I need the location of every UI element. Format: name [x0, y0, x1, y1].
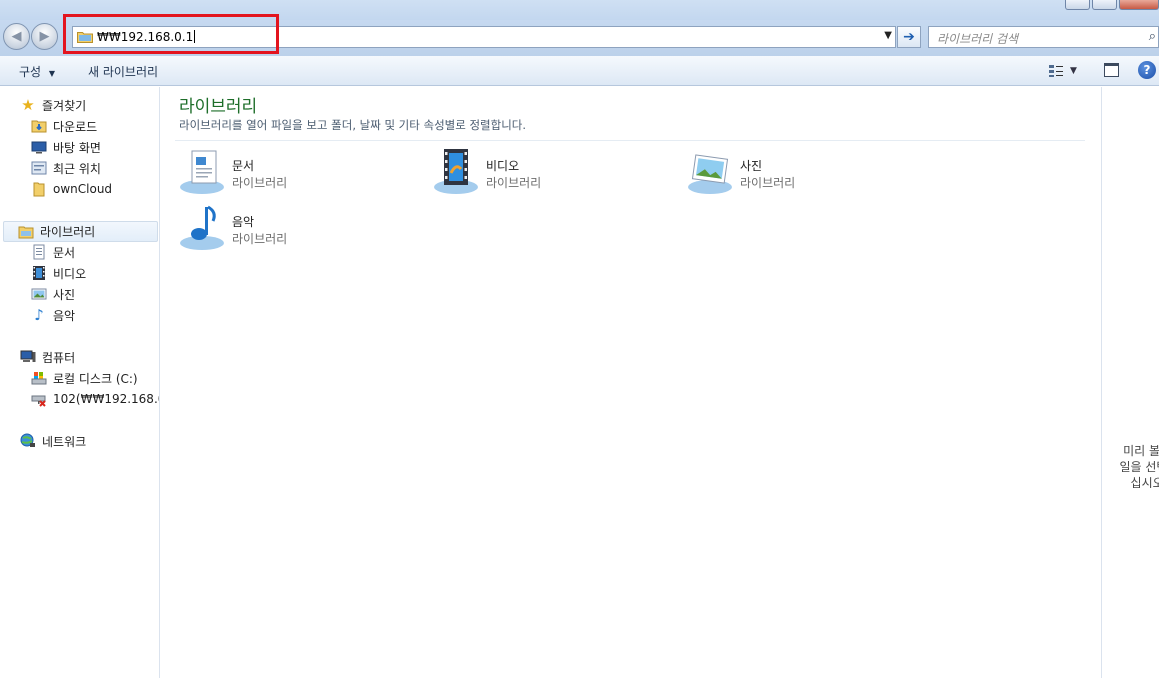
address-dropdown-icon[interactable]: ▼ — [884, 30, 892, 41]
desktop-icon — [31, 141, 47, 154]
video-icon — [33, 266, 45, 280]
documents-library-icon — [180, 150, 224, 194]
nav-computer[interactable]: 컴퓨터 — [20, 347, 75, 367]
help-icon: ? — [1143, 63, 1151, 77]
close-button[interactable] — [1119, 0, 1159, 10]
nav-item-music[interactable]: ♪ 음악 — [31, 305, 75, 325]
chevron-down-icon: ▼ — [1070, 66, 1077, 76]
nav-item-pictures[interactable]: 사진 — [31, 284, 75, 304]
divider — [175, 140, 1085, 141]
change-view-button[interactable]: ▼ — [1048, 62, 1084, 80]
library-type: 라이브러리 — [740, 176, 796, 190]
nav-item-videos[interactable]: 비디오 — [31, 263, 86, 283]
view-options-icon — [1049, 65, 1063, 77]
forward-button[interactable]: ▶ — [31, 23, 58, 50]
go-button[interactable]: ➔ — [897, 26, 921, 48]
download-folder-icon — [31, 120, 47, 133]
folder-icon — [33, 182, 45, 197]
library-name: 비디오 — [486, 159, 520, 173]
network-drive-disconnected-icon — [31, 395, 46, 407]
page-title: 라이브러리 — [179, 97, 258, 117]
nav-libraries-label: 라이브러리 — [40, 225, 96, 239]
music-icon: ♪ — [34, 306, 44, 324]
preview-message: 미리 볼 파 일을 선택하 십시오. — [1109, 443, 1159, 491]
nav-item-label: 문서 — [53, 245, 76, 260]
pictures-library-icon — [688, 154, 732, 194]
search-box[interactable]: 라이브러리 검색 ⌕ — [928, 26, 1159, 48]
navigation-buttons: ◀ ▶ — [3, 23, 59, 51]
nav-item-label: ownCloud — [53, 182, 113, 196]
minimize-button[interactable] — [1065, 0, 1090, 10]
recent-places-icon — [31, 161, 47, 175]
organize-button[interactable]: 구성 ▼ — [19, 63, 55, 80]
library-name: 문서 — [232, 159, 255, 173]
nav-favorites[interactable]: ★ 즐겨찾기 — [20, 95, 86, 115]
library-icon — [18, 226, 34, 238]
library-name: 음악 — [232, 215, 255, 229]
nav-favorites-label: 즐겨찾기 — [42, 98, 87, 113]
nav-item-label: 102(₩₩192.168.0.1 — [53, 392, 159, 406]
library-content: 라이브러리 라이브러리를 열어 파일을 보고 폴더, 날짜 및 기타 속성별로 … — [161, 87, 1100, 678]
nav-item-label: 바탕 화면 — [53, 140, 101, 155]
library-tile-videos[interactable]: 비디오 라이브러리 — [432, 147, 682, 199]
nav-item-local-disk[interactable]: 로컬 디스크 (C:) — [31, 368, 138, 388]
navigation-pane: ★ 즐겨찾기 다운로드 바탕 화면 최근 위치 ownCloud 라이브러리 문… — [0, 87, 160, 678]
preview-line: 일을 선택하 — [1119, 460, 1159, 474]
library-type: 라이브러리 — [232, 176, 288, 190]
organize-label: 구성 — [19, 65, 42, 79]
help-button[interactable]: ? — [1138, 61, 1156, 79]
back-button[interactable]: ◀ — [3, 23, 30, 50]
computer-icon — [20, 350, 36, 362]
preview-pane-button[interactable] — [1104, 63, 1119, 77]
preview-line: 미리 볼 파 — [1123, 444, 1159, 458]
star-icon: ★ — [21, 96, 35, 114]
new-library-button[interactable]: 새 라이브러리 — [88, 63, 158, 80]
nav-item-label: 다운로드 — [53, 119, 98, 134]
video-library-icon — [434, 149, 478, 194]
nav-network[interactable]: 네트워크 — [20, 431, 86, 451]
nav-item-label: 비디오 — [53, 266, 87, 281]
go-arrow-icon: ➔ — [903, 29, 915, 45]
nav-item-owncloud[interactable]: ownCloud — [31, 179, 112, 199]
nav-item-label: 로컬 디스크 (C:) — [53, 371, 138, 386]
library-tile-documents[interactable]: 문서 라이브러리 — [178, 147, 428, 199]
network-globe-icon — [20, 433, 35, 447]
window-controls — [1065, 0, 1159, 10]
pictures-icon — [31, 288, 47, 300]
nav-item-recent[interactable]: 최근 위치 — [31, 158, 101, 178]
highlight-box — [63, 14, 279, 54]
nav-item-documents[interactable]: 문서 — [31, 242, 75, 262]
music-library-icon — [180, 205, 224, 250]
library-name: 사진 — [740, 159, 763, 173]
nav-item-label: 음악 — [53, 308, 76, 323]
preview-line: 십시오. — [1130, 476, 1159, 490]
local-disk-icon — [31, 372, 47, 385]
nav-item-downloads[interactable]: 다운로드 — [31, 116, 97, 136]
nav-item-label: 최근 위치 — [53, 161, 101, 176]
library-type: 라이브러리 — [486, 176, 542, 190]
forward-arrow-icon: ▶ — [39, 29, 50, 44]
search-icon[interactable]: ⌕ — [1149, 29, 1156, 44]
new-library-label: 새 라이브러리 — [88, 65, 159, 79]
nav-libraries[interactable]: 라이브러리 — [3, 221, 158, 242]
library-tile-music[interactable]: 음악 라이브러리 — [178, 203, 428, 255]
page-description: 라이브러리를 열어 파일을 보고 폴더, 날짜 및 기타 속성별로 정렬합니다. — [179, 118, 527, 132]
nav-network-label: 네트워크 — [42, 434, 87, 449]
command-bar: 구성 ▼ 새 라이브러리 ▼ ? — [0, 56, 1159, 86]
nav-computer-label: 컴퓨터 — [42, 350, 76, 365]
nav-item-desktop[interactable]: 바탕 화면 — [31, 137, 101, 157]
documents-icon — [33, 244, 45, 260]
nav-item-label: 사진 — [53, 287, 76, 302]
library-tile-pictures[interactable]: 사진 라이브러리 — [686, 147, 936, 199]
maximize-button[interactable] — [1092, 0, 1117, 10]
back-arrow-icon: ◀ — [11, 29, 22, 44]
search-input[interactable]: 라이브러리 검색 — [937, 30, 1018, 47]
preview-pane: 미리 볼 파 일을 선택하 십시오. — [1101, 87, 1159, 678]
chevron-down-icon: ▼ — [48, 69, 56, 78]
nav-item-network-drive[interactable]: 102(₩₩192.168.0.1 — [31, 389, 159, 409]
library-type: 라이브러리 — [232, 232, 288, 246]
